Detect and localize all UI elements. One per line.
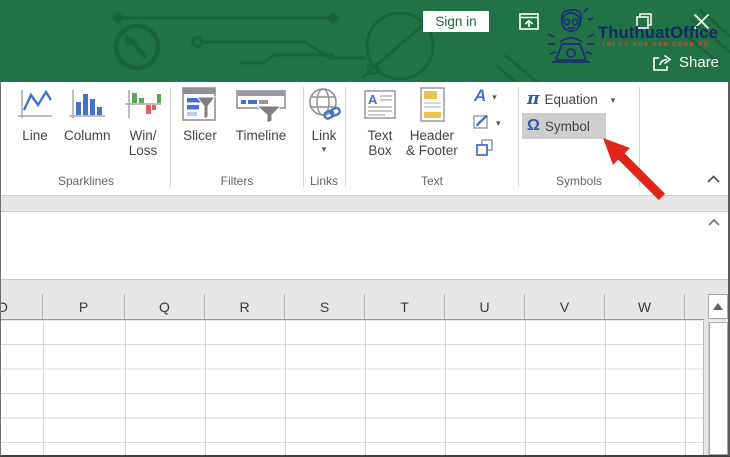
header-footer-label-1: Header xyxy=(409,128,455,143)
links-group-label: Links xyxy=(309,174,338,188)
formula-bar-panel[interactable] xyxy=(1,211,728,280)
excel-window: Sign in ThuthuatOffice TRI KỶ CỦA DÂN CÔ… xyxy=(0,0,730,457)
gridline xyxy=(43,321,44,455)
share-label: Share xyxy=(679,54,720,71)
object-icon xyxy=(476,139,493,156)
scroll-up-button[interactable] xyxy=(708,294,728,319)
wordart-icon: A xyxy=(474,86,487,105)
gridline xyxy=(445,321,446,455)
filters-group-label: Filters xyxy=(220,174,254,188)
group-separator xyxy=(303,87,304,187)
formula-collapse-chevron[interactable] xyxy=(707,217,721,227)
header-footer-icon xyxy=(420,87,445,122)
brand-name: ThuthuatOffice xyxy=(598,24,719,42)
signature-line-icon xyxy=(473,114,488,129)
group-separator xyxy=(170,87,171,187)
column-header-partial[interactable] xyxy=(685,294,704,319)
column-header-P[interactable]: P xyxy=(43,294,125,319)
vertical-scrollbar-thumb[interactable] xyxy=(709,322,728,455)
share-button[interactable]: Share xyxy=(651,53,719,72)
share-icon xyxy=(653,54,672,71)
vertical-scrollbar-track[interactable] xyxy=(708,321,728,455)
worksheet-grid[interactable] xyxy=(1,321,704,455)
symbols-group-label: Symbols xyxy=(555,174,602,188)
wordart-dropdown-caret: ▾ xyxy=(492,92,497,102)
gridline xyxy=(685,321,686,455)
line-sparkline-button[interactable]: Line xyxy=(15,86,55,143)
link-button[interactable]: Link ▾ xyxy=(305,86,343,154)
column-header-V[interactable]: V xyxy=(525,294,605,319)
equation-dropdown-caret[interactable]: ▾ xyxy=(611,96,616,105)
line-label: Line xyxy=(22,128,48,143)
gridline xyxy=(525,321,526,455)
gridline xyxy=(125,321,126,455)
column-header-T[interactable]: T xyxy=(365,294,445,319)
sign-in-label: Sign in xyxy=(435,14,477,29)
equation-label: Equation xyxy=(544,91,598,107)
ribbon-display-options-icon[interactable] xyxy=(519,13,539,30)
column-sparkline-button[interactable]: Column xyxy=(64,86,111,143)
slicer-label: Slicer xyxy=(183,128,217,143)
column-header-W[interactable]: W xyxy=(605,294,685,319)
textbox-label-1: Text xyxy=(367,128,393,143)
signature-dropdown-caret: ▾ xyxy=(496,117,501,128)
gridline xyxy=(605,321,606,455)
timeline-icon xyxy=(236,90,286,124)
textbox-label-2: Box xyxy=(368,143,392,158)
link-label: Link xyxy=(311,128,337,143)
ribbon-collapse-chevron[interactable] xyxy=(706,174,721,184)
omega-icon: Ω xyxy=(527,117,540,134)
brand-tagline: TRI KỶ CỦA DÂN CÔNG SỞ xyxy=(602,42,710,48)
ribbon: Line Column Win/ Loss Sparklines Slicer … xyxy=(1,82,728,196)
brand-person-icon xyxy=(547,7,595,63)
header-footer-label-2: & Footer xyxy=(406,143,458,158)
gridline xyxy=(285,321,286,455)
column-header-O[interactable]: O xyxy=(1,294,43,319)
object-button[interactable] xyxy=(474,138,494,157)
column-header-U[interactable]: U xyxy=(445,294,525,319)
text-box-button[interactable]: A Text Box xyxy=(361,86,399,158)
link-globe-icon xyxy=(309,88,341,120)
pi-icon: π xyxy=(527,89,540,109)
timeline-label: Timeline xyxy=(235,128,287,143)
sparklines-group-label: Sparklines xyxy=(57,174,115,188)
svg-text:A: A xyxy=(368,92,378,107)
symbol-label: Symbol xyxy=(544,118,590,134)
column-header-Q[interactable]: Q xyxy=(125,294,205,319)
column-sparkline-icon xyxy=(69,90,106,118)
app-body: Line Column Win/ Loss Sparklines Slicer … xyxy=(0,82,730,457)
text-group-label: Text xyxy=(420,174,443,188)
line-sparkline-icon xyxy=(18,89,53,118)
column-headers: O P Q R S T U V W xyxy=(1,294,704,320)
scroll-up-arrow-icon xyxy=(713,303,723,310)
group-separator xyxy=(639,87,640,187)
gridline xyxy=(365,321,366,455)
winloss-label-2: Loss xyxy=(128,143,158,158)
column-header-S[interactable]: S xyxy=(285,294,365,319)
timeline-button[interactable]: Timeline xyxy=(229,86,293,143)
header-footer-button[interactable]: Header & Footer xyxy=(406,86,458,158)
group-separator xyxy=(345,87,346,187)
gridline xyxy=(205,321,206,455)
signature-line-button[interactable]: ▾ xyxy=(472,112,501,131)
sign-in-button[interactable]: Sign in xyxy=(423,11,489,32)
wordart-button[interactable]: A ▾ xyxy=(474,86,497,106)
symbol-button[interactable]: Ω Symbol xyxy=(522,113,606,139)
textbox-icon: A xyxy=(364,90,396,119)
winloss-label-1: Win/ xyxy=(129,128,157,143)
group-separator xyxy=(518,87,519,187)
link-dropdown-caret[interactable]: ▾ xyxy=(322,145,327,154)
equation-button[interactable]: π Equation ▾ xyxy=(522,86,620,112)
column-header-R[interactable]: R xyxy=(205,294,285,319)
column-label: Column xyxy=(64,128,111,143)
winloss-sparkline-button[interactable]: Win/ Loss xyxy=(121,86,165,158)
winloss-sparkline-icon xyxy=(125,90,161,118)
slicer-button[interactable]: Slicer xyxy=(180,86,220,143)
slicer-icon xyxy=(182,87,217,121)
title-bar: Sign in ThuthuatOffice TRI KỶ CỦA DÂN CÔ… xyxy=(0,0,730,82)
